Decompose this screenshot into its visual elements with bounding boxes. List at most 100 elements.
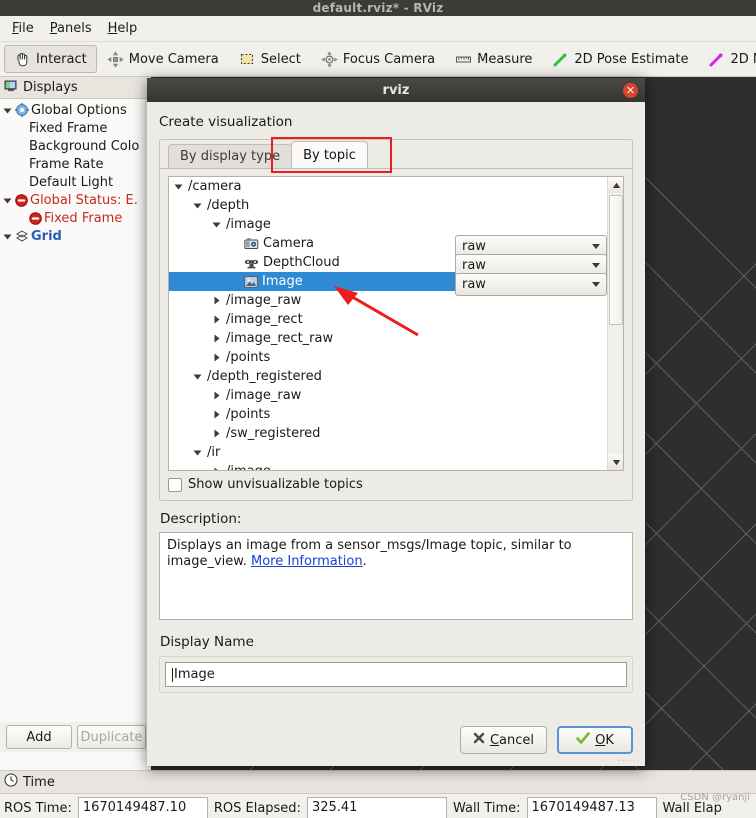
menu-panels[interactable]: Panels	[42, 19, 100, 38]
topic-tree-row[interactable]: /ir	[169, 443, 607, 462]
scroll-down-icon[interactable]	[608, 454, 623, 470]
chevron-down-icon[interactable]	[2, 195, 13, 206]
chevron-down-icon[interactable]	[211, 219, 222, 230]
show-unvisualizable-row[interactable]: Show unvisualizable topics	[168, 477, 624, 492]
clock-icon	[4, 773, 18, 791]
displays-tree-row-label: Default Light	[29, 174, 114, 190]
topic-tree-row[interactable]: DepthCloud raw	[169, 253, 607, 277]
show-unvisualizable-checkbox[interactable]	[168, 477, 182, 492]
chevron-down-icon[interactable]	[192, 371, 203, 382]
displays-panel-header: Displays	[0, 77, 151, 99]
annotation-arrow	[334, 286, 419, 337]
ros-elapsed-field[interactable]: 325.41	[306, 797, 447, 818]
topic-tree-row[interactable]: /depth	[169, 196, 607, 215]
displays-tree-row[interactable]: Frame Rate	[0, 155, 151, 173]
ok-button[interactable]: OK	[557, 726, 633, 754]
tool-measure[interactable]: Measure	[445, 45, 542, 73]
topic-tree-row-label: /image_raw	[226, 293, 302, 308]
topic-tree-row[interactable]: Camera raw	[169, 234, 607, 258]
time-fields-row: ROS Time: 1670149487.10 ROS Elapsed: 325…	[0, 794, 756, 818]
topic-tree-row-label: /camera	[188, 179, 242, 194]
chevron-right-icon[interactable]	[211, 390, 222, 401]
green-arrow-icon	[552, 51, 569, 68]
create-visualization-dialog: rviz ✕ Create visualization By display t…	[147, 78, 645, 766]
displays-tree-row[interactable]: Background Colo	[0, 137, 151, 155]
topic-tree-row[interactable]: /image	[169, 215, 607, 234]
topic-tree-row-label: Image	[262, 274, 303, 289]
resize-grip[interactable]: ......	[618, 754, 641, 764]
duplicate-button[interactable]: Duplicate	[77, 725, 146, 749]
displays-tree-row[interactable]: Fixed Frame	[0, 119, 151, 137]
displays-tree-row[interactable]: Grid	[0, 227, 151, 245]
description-text: Displays an image from a sensor_msgs/Ima…	[167, 538, 572, 569]
chevron-down-icon[interactable]	[592, 244, 600, 249]
ruler-icon	[455, 51, 472, 68]
scroll-up-icon[interactable]	[608, 177, 623, 193]
chevron-right-icon[interactable]	[211, 409, 222, 420]
transport-combobox[interactable]: raw	[455, 273, 607, 296]
chevron-down-icon[interactable]	[592, 263, 600, 268]
menu-panels-label: anels	[57, 21, 92, 36]
displays-tree[interactable]: Global Options Fixed Frame Background Colo…	[0, 99, 151, 245]
chevron-down-icon[interactable]	[2, 231, 13, 242]
wall-time-field[interactable]: 1670149487.13	[526, 797, 657, 818]
topic-tree-row[interactable]: /points	[169, 348, 607, 367]
ok-button-label: K	[605, 732, 614, 748]
chevron-right-icon[interactable]	[211, 314, 222, 325]
tool-move-camera[interactable]: Move Camera	[97, 45, 229, 73]
topic-tree-row[interactable]: /depth_registered	[169, 367, 607, 386]
transport-combobox-value: raw	[462, 239, 486, 254]
tool-2d-nav-goal[interactable]: 2D Nav Goal	[698, 45, 756, 73]
topic-tree-row[interactable]: /points	[169, 405, 607, 424]
displays-tree-row-label: Global Status: E.	[30, 192, 138, 208]
chevron-down-icon[interactable]	[192, 447, 203, 458]
display-name-input[interactable]: Image	[165, 662, 627, 687]
tool-focus-camera[interactable]: Focus Camera	[311, 45, 445, 73]
tool-interact[interactable]: Interact	[4, 45, 97, 73]
ros-time-field[interactable]: 1670149487.10	[77, 797, 208, 818]
topic-tree-row[interactable]: /image_raw	[169, 386, 607, 405]
app-window: default.rviz* - RViz File Panels Help In…	[0, 0, 756, 818]
topic-tree-scrollbar[interactable]	[607, 177, 623, 470]
chevron-down-icon[interactable]	[592, 282, 600, 287]
chevron-right-icon[interactable]	[211, 333, 222, 344]
menu-file[interactable]: File	[4, 19, 42, 38]
menu-file-label: ile	[18, 21, 34, 36]
scrollbar-thumb[interactable]	[609, 195, 623, 325]
topic-tree-row-label: /points	[226, 407, 271, 422]
tab-by-display-type[interactable]: By display type	[168, 144, 293, 168]
monitor-icon	[4, 79, 18, 97]
topic-tree-row[interactable]: /camera	[169, 177, 607, 196]
topic-tree-row[interactable]: /sw_registered	[169, 424, 607, 443]
chevron-right-icon[interactable]	[211, 428, 222, 439]
chevron-down-icon[interactable]	[192, 200, 203, 211]
chevron-right-icon[interactable]	[211, 295, 222, 306]
main-toolbar: Interact Move Camera Select Focus Camera…	[0, 42, 756, 77]
topic-tree-row-label: /depth	[207, 198, 250, 213]
transport-combobox-value: raw	[462, 277, 486, 292]
chevron-down-icon[interactable]	[173, 181, 184, 192]
displays-tree-row[interactable]: Global Status: E.	[0, 191, 151, 209]
add-button[interactable]: Add	[6, 725, 72, 749]
tool-select[interactable]: Select	[229, 45, 311, 73]
displays-tree-row[interactable]: Default Light	[0, 173, 151, 191]
chevron-right-icon[interactable]	[211, 466, 222, 470]
tool-2d-pose-estimate[interactable]: 2D Pose Estimate	[542, 45, 698, 73]
close-icon[interactable]: ✕	[623, 83, 638, 98]
displays-tree-row[interactable]: Global Options	[0, 101, 151, 119]
tab-by-topic[interactable]: By topic	[291, 141, 368, 168]
displays-tree-row-label: Background Colo	[29, 138, 140, 154]
chevron-right-icon[interactable]	[211, 352, 222, 363]
text-caret	[172, 667, 173, 682]
tab-by-display-type-label: By display type	[180, 149, 281, 164]
chevron-down-icon[interactable]	[2, 105, 13, 116]
displays-panel-title: Displays	[23, 80, 78, 95]
displays-tree-row[interactable]: Fixed Frame	[0, 209, 151, 227]
topic-tree-row[interactable]: /image	[169, 462, 607, 470]
cancel-button[interactable]: Cancel	[459, 726, 547, 754]
more-information-link[interactable]: More Information	[251, 554, 363, 569]
dialog-titlebar: rviz ✕	[147, 78, 645, 102]
menu-help[interactable]: Help	[100, 19, 146, 38]
